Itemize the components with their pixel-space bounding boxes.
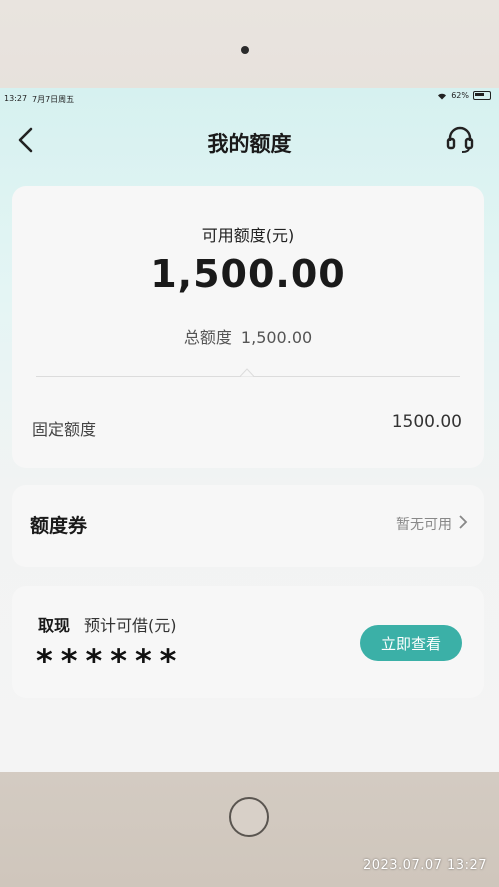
status-time: 13:27 — [4, 94, 28, 103]
page-title: 我的额度 — [207, 132, 292, 156]
front-camera — [241, 46, 249, 54]
quota-card: 可用额度(元) 1,500.00 总额度 1,500.00 固定额度 1500.… — [12, 186, 484, 468]
nav-bar: 我的额度 — [0, 110, 499, 170]
status-indicators: 62% — [437, 91, 491, 100]
voucher-status: 暂无可用 — [396, 517, 452, 533]
total-quota-row: 总额度 1,500.00 — [12, 324, 484, 348]
quota-voucher-row[interactable]: 额度券 暂无可用 — [12, 485, 484, 567]
fixed-quota-value: 1500.00 — [391, 412, 462, 432]
status-date: 7月7日周五 — [32, 95, 75, 104]
available-quota-label: 可用额度(元) — [201, 226, 295, 245]
customer-service-headset-icon[interactable] — [445, 124, 475, 154]
status-bar: 13:27 7月7日周五 62% — [0, 88, 499, 106]
battery-icon — [473, 91, 491, 100]
fixed-quota-label: 固定额度 — [32, 420, 97, 439]
cash-withdrawal-card: 取现 预计可借(元) ****** 立即查看 — [12, 586, 484, 698]
view-now-button[interactable]: 立即查看 — [360, 625, 462, 661]
home-button — [229, 797, 269, 837]
total-quota-amount: 1,500.00 — [240, 328, 313, 347]
battery-percent: 62% — [451, 91, 469, 100]
divider-notch — [240, 368, 254, 377]
chevron-right-icon — [459, 515, 468, 529]
cash-label: 取现 — [38, 616, 71, 635]
wifi-icon — [438, 93, 447, 99]
masked-cash-amount: ****** — [36, 642, 185, 680]
cash-estimate-label: 预计可借(元) — [84, 616, 177, 635]
total-quota-label: 总额度 — [183, 328, 232, 347]
voucher-label: 额度券 — [30, 515, 88, 537]
available-quota-amount: 1,500.00 — [150, 252, 346, 296]
app-screen: 13:27 7月7日周五 62% 我的额度 可用额度(元) 1,500.00 总… — [0, 88, 499, 772]
photo-timestamp: 2023.07.07 13:27 — [362, 858, 487, 873]
